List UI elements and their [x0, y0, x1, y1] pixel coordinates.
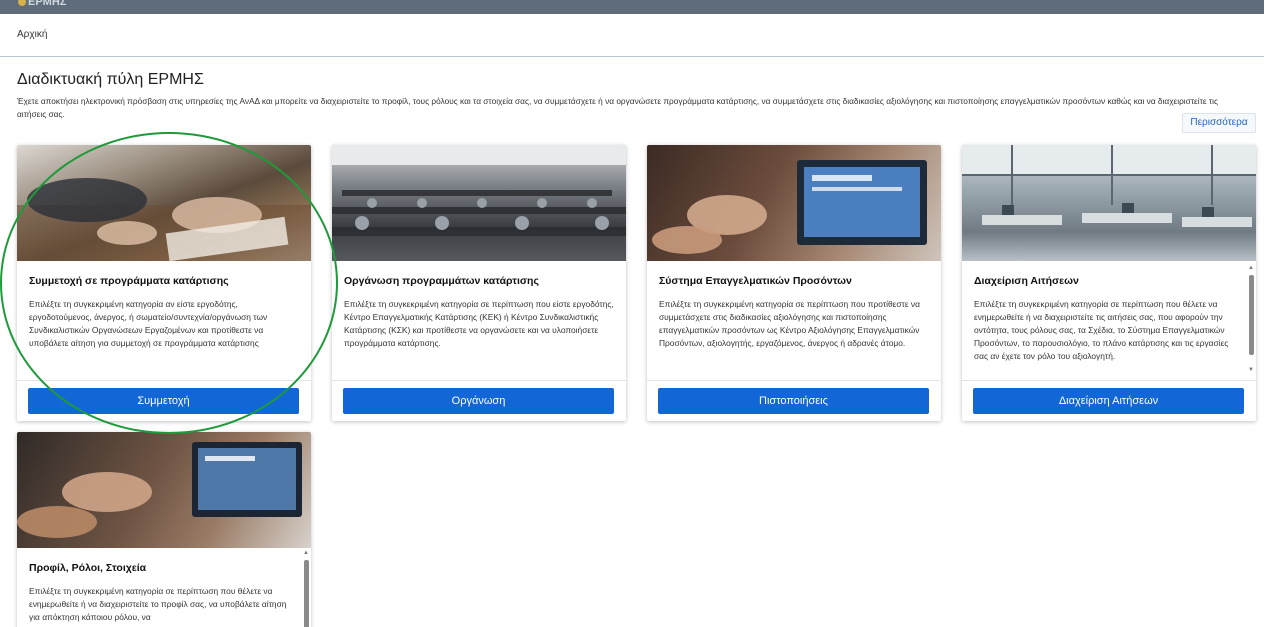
card-title: Οργάνωση προγραμμάτων κατάρτισης	[344, 275, 539, 287]
card-participation: Συμμετοχή σε προγράμματα κατάρτισης Επιλ…	[17, 145, 311, 421]
card-qualifications: Σύστημα Επαγγελματικών Προσόντων Επιλέξτ…	[647, 145, 941, 421]
card-image-classroom	[332, 145, 626, 261]
card-image-laptop-meeting	[647, 145, 941, 261]
card-organization: Οργάνωση προγραμμάτων κατάρτισης Επιλέξτ…	[332, 145, 626, 421]
logo-text: ΕΡΜΗΣ	[28, 0, 67, 8]
header-divider	[0, 56, 1264, 57]
organize-button[interactable]: Οργάνωση	[343, 388, 614, 414]
card-title: Προφίλ, Ρόλοι, Στοιχεία	[29, 562, 147, 574]
top-navbar: ΕΡΜΗΣ	[0, 0, 1264, 14]
scroll-up-icon[interactable]: ▲	[303, 550, 309, 556]
breadcrumb[interactable]: Αρχική	[17, 29, 47, 40]
scroll-down-icon[interactable]: ▼	[1248, 367, 1254, 373]
card-image-office	[962, 145, 1256, 261]
card-text: Επιλέξτε τη συγκεκριμένη κατηγορία σε πε…	[659, 299, 920, 348]
card-text: Επιλέξτε τη συγκεκριμένη κατηγορία σε πε…	[344, 299, 614, 348]
app-logo[interactable]: ΕΡΜΗΣ	[18, 0, 66, 8]
certifications-button[interactable]: Πιστοποιήσεις	[658, 388, 929, 414]
card-text: Επιλέξτε τη συγκεκριμένη κατηγορία σε πε…	[29, 586, 287, 622]
card-title: Διαχείριση Αιτήσεων	[974, 275, 1079, 287]
card-text: Επιλέξτε τη συγκεκριμένη κατηγορία αν εί…	[29, 299, 268, 348]
card-image-laptop-table	[17, 432, 311, 548]
card-applications: Διαχείριση Αιτήσεων Επιλέξτε τη συγκεκρι…	[962, 145, 1256, 421]
more-button[interactable]: Περισσότερα	[1182, 113, 1256, 133]
card-title: Συμμετοχή σε προγράμματα κατάρτισης	[29, 275, 229, 287]
card-text: Επιλέξτε τη συγκεκριμένη κατηγορία σε πε…	[974, 299, 1229, 361]
page-description: Έχετε αποκτήσει ηλεκτρονική πρόσβαση στι…	[17, 96, 1218, 119]
card-image-hands-writing	[17, 145, 311, 261]
manage-applications-button[interactable]: Διαχείριση Αιτήσεων	[973, 388, 1244, 414]
logo-mark-icon	[18, 0, 26, 7]
participate-button[interactable]: Συμμετοχή	[28, 388, 299, 414]
card-title: Σύστημα Επαγγελματικών Προσόντων	[659, 275, 852, 287]
scroll-up-icon[interactable]: ▲	[1248, 265, 1254, 271]
card-scrollbar[interactable]: ▲	[303, 550, 309, 627]
page-title: Διαδικτυακή πύλη ΕΡΜΗΣ	[17, 71, 204, 88]
card-scrollbar[interactable]: ▲ ▼	[1248, 265, 1254, 377]
card-profile: Προφίλ, Ρόλοι, Στοιχεία Επιλέξτε τη συγκ…	[17, 432, 311, 627]
